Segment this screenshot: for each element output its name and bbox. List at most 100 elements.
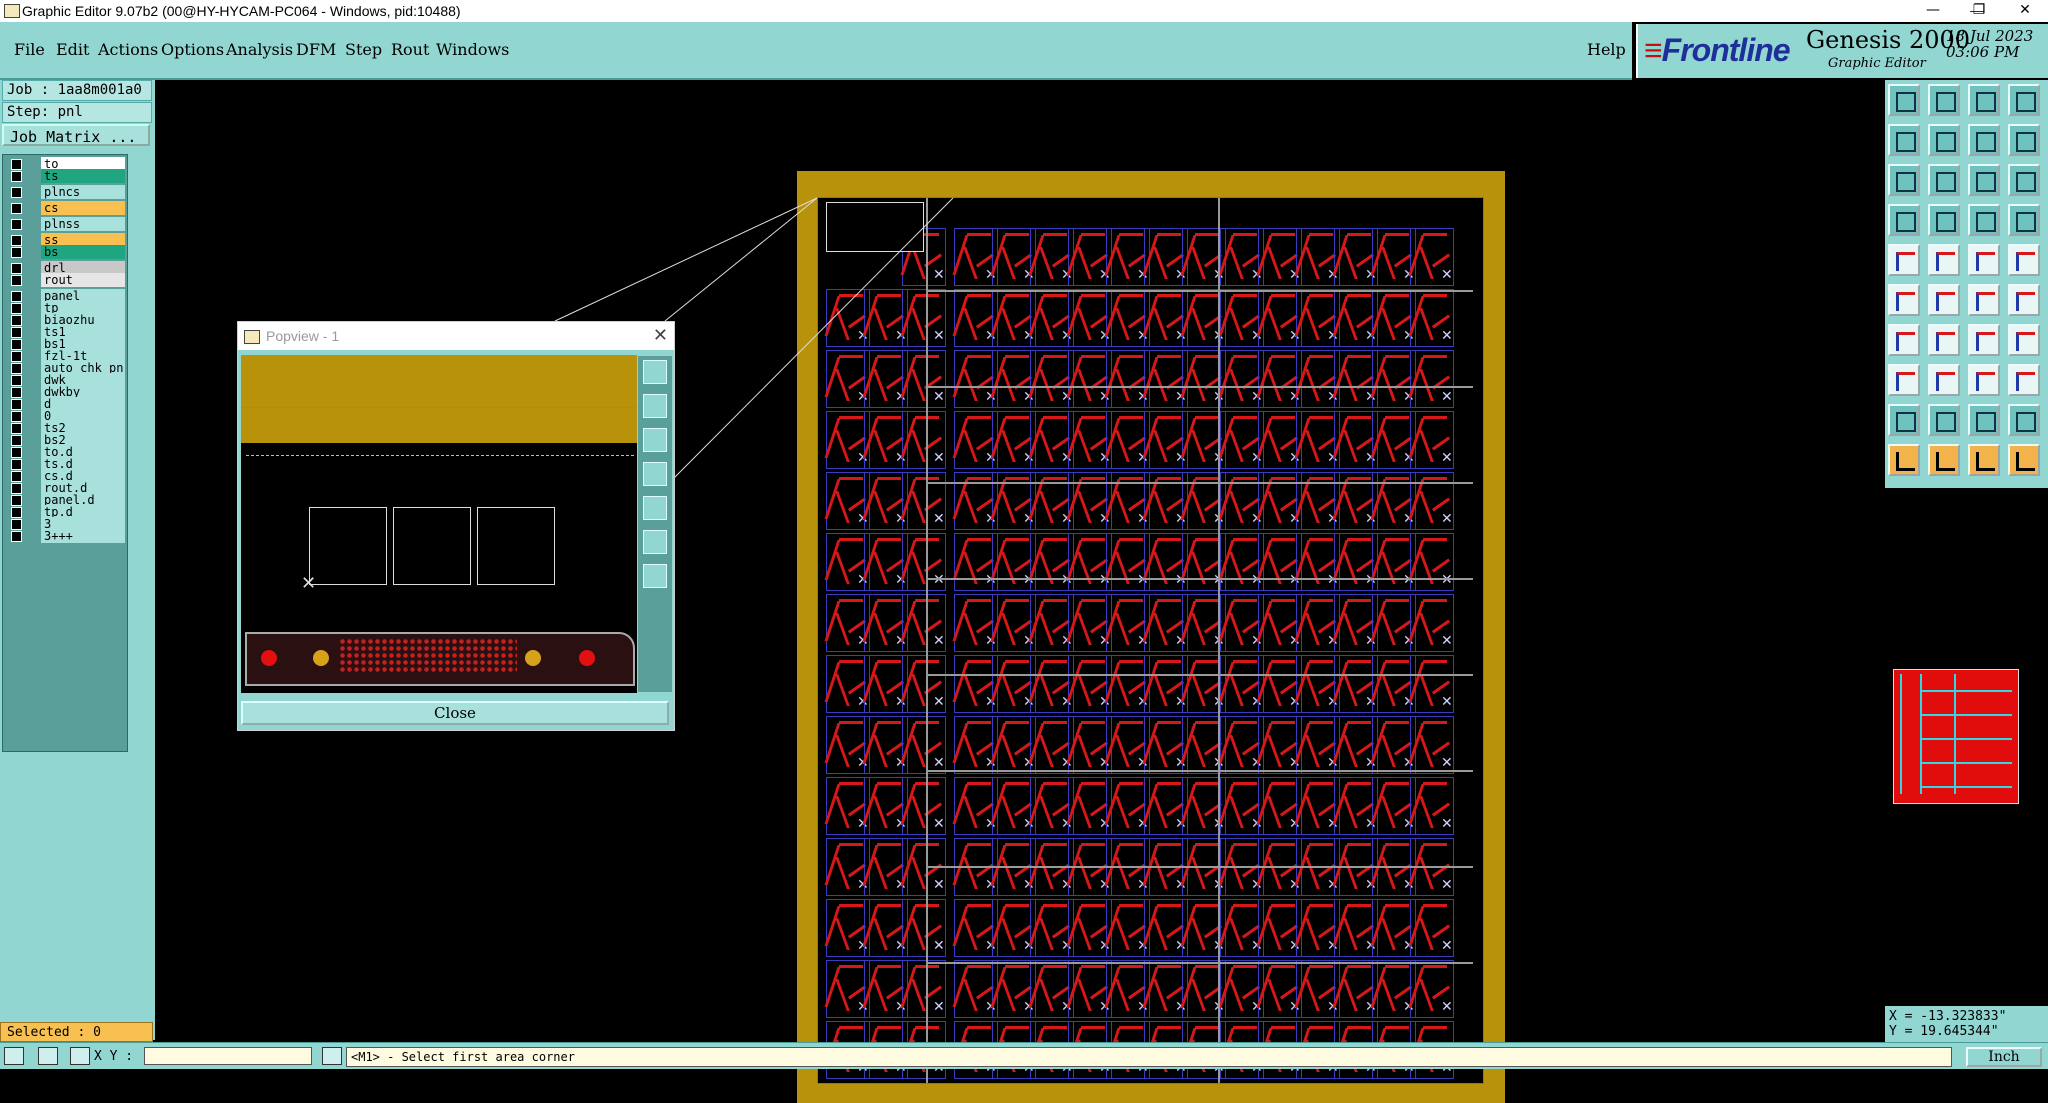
grid-icon[interactable] bbox=[1928, 204, 1960, 236]
layer-checkbox[interactable] bbox=[11, 171, 22, 182]
coord-y: Y = 19.645344" bbox=[1889, 1024, 1999, 1039]
layer-name[interactable]: bs bbox=[41, 245, 125, 259]
grid-toggle-icon[interactable] bbox=[70, 1047, 90, 1065]
step-icon[interactable] bbox=[1968, 124, 2000, 156]
text-icon[interactable] bbox=[2008, 244, 2040, 276]
line-tool-icon[interactable] bbox=[1928, 364, 1960, 396]
menu-options[interactable]: Options bbox=[161, 40, 224, 59]
save-icon[interactable] bbox=[1928, 84, 1960, 116]
layer-row[interactable]: plncs bbox=[7, 185, 127, 199]
menu-dfm[interactable]: DFM bbox=[296, 40, 336, 59]
layer-name[interactable]: plncs bbox=[41, 185, 125, 199]
layer-row[interactable]: bs bbox=[7, 245, 127, 259]
menu-actions[interactable]: Actions bbox=[98, 40, 158, 59]
unit-selector[interactable]: Inch bbox=[1966, 1047, 2042, 1067]
minimap[interactable] bbox=[1887, 662, 2045, 914]
layer-checkbox[interactable] bbox=[11, 247, 22, 258]
restore-button[interactable]: ❐ bbox=[1956, 0, 2002, 22]
slash-icon[interactable] bbox=[1928, 324, 1960, 356]
frontline-logo: ≡Frontline bbox=[1644, 32, 1791, 68]
arc-3-icon[interactable] bbox=[2008, 404, 2040, 436]
layer-checkbox[interactable] bbox=[11, 187, 22, 198]
export-icon[interactable] bbox=[1928, 124, 1960, 156]
layer-checkbox[interactable] bbox=[11, 219, 22, 230]
settings-icon[interactable] bbox=[1888, 204, 1920, 236]
move-icon[interactable] bbox=[1968, 284, 2000, 316]
triangle-icon[interactable] bbox=[1888, 404, 1920, 436]
close-window-button[interactable]: ✕ bbox=[2002, 0, 2048, 22]
measure-icon[interactable] bbox=[1968, 164, 2000, 196]
copy-glyph bbox=[2016, 292, 2035, 311]
popview-close-button[interactable]: Close bbox=[241, 701, 669, 725]
line-icon[interactable] bbox=[1928, 244, 1960, 276]
layer-scrollbar[interactable] bbox=[128, 154, 154, 750]
layer-row[interactable]: rout bbox=[7, 273, 127, 287]
minimize-button-2[interactable]: — bbox=[1910, 0, 1956, 22]
layer-row[interactable]: ts bbox=[7, 169, 127, 183]
layer-list: to ts plncs cs plnss ss bs drl rout panel tp biaozh… bbox=[2, 154, 128, 752]
job-matrix-button[interactable]: Job Matrix ... bbox=[2, 124, 150, 146]
popview-zoom-out-icon[interactable] bbox=[643, 428, 667, 452]
cross-tool-icon[interactable] bbox=[38, 1047, 58, 1065]
zoom-center-icon[interactable] bbox=[1928, 164, 1960, 196]
menu-windows[interactable]: Windows bbox=[436, 40, 509, 59]
snap-icon[interactable] bbox=[4, 1047, 24, 1065]
angle-icon[interactable] bbox=[1888, 324, 1920, 356]
select-glyph bbox=[1896, 452, 1915, 471]
popview-titlebar: Popview - 1 ✕ bbox=[238, 322, 674, 350]
ruler-icon[interactable] bbox=[1968, 364, 2000, 396]
layer-checkbox[interactable] bbox=[11, 531, 22, 542]
popview-center-icon[interactable] bbox=[643, 564, 667, 588]
popview-zoom-in-icon[interactable] bbox=[643, 394, 667, 418]
popview-pan-left-icon[interactable] bbox=[643, 462, 667, 486]
menu-help[interactable]: Help bbox=[1587, 40, 1626, 59]
zoom-fit-icon[interactable] bbox=[1888, 164, 1920, 196]
layer-name[interactable]: plnss bbox=[41, 217, 125, 231]
surface-icon[interactable] bbox=[1968, 244, 2000, 276]
layer-checkbox[interactable] bbox=[11, 275, 22, 286]
menu-step[interactable]: Step bbox=[345, 40, 382, 59]
layer-checkbox[interactable] bbox=[11, 203, 22, 214]
layout-icon[interactable] bbox=[2008, 84, 2040, 116]
route-icon[interactable] bbox=[2008, 124, 2040, 156]
layer-row[interactable]: plnss bbox=[7, 217, 127, 231]
help-icon[interactable] bbox=[2008, 164, 2040, 196]
popview-pan-right-icon[interactable] bbox=[643, 496, 667, 520]
pad-icon[interactable] bbox=[1888, 244, 1920, 276]
home-icon[interactable] bbox=[1968, 84, 2000, 116]
layer-name[interactable]: ts bbox=[41, 169, 125, 183]
xy-input[interactable] bbox=[144, 1047, 312, 1065]
layer-sync-icon[interactable] bbox=[1968, 204, 2000, 236]
popview-viewport[interactable]: ✕ bbox=[241, 355, 637, 693]
snap-icon[interactable] bbox=[1888, 364, 1920, 396]
rotate-icon[interactable] bbox=[1968, 324, 2000, 356]
mirror-icon[interactable] bbox=[2008, 324, 2040, 356]
select-all-icon[interactable] bbox=[2008, 444, 2040, 476]
copy-icon[interactable] bbox=[2008, 284, 2040, 316]
menu-file[interactable]: File bbox=[14, 40, 45, 59]
open-job-icon[interactable] bbox=[1888, 84, 1920, 116]
prompt-toggle-icon[interactable] bbox=[322, 1047, 342, 1065]
popview-close-icon[interactable]: ✕ bbox=[653, 325, 668, 346]
menu-rout[interactable]: Rout bbox=[391, 40, 429, 59]
compare-icon[interactable] bbox=[2008, 204, 2040, 236]
import-icon[interactable] bbox=[1888, 124, 1920, 156]
menu-edit[interactable]: Edit bbox=[56, 40, 89, 59]
layer-row[interactable]: 3+++ bbox=[7, 529, 127, 543]
select-net-icon[interactable] bbox=[1968, 444, 2000, 476]
layer-name[interactable]: 3+++ bbox=[41, 529, 125, 543]
layer-row[interactable]: cs bbox=[7, 201, 127, 215]
arc-icon[interactable] bbox=[1928, 404, 1960, 436]
select-area-icon[interactable] bbox=[1928, 444, 1960, 476]
popview-home-icon[interactable] bbox=[643, 530, 667, 554]
popview-zoom-fit-icon[interactable] bbox=[643, 360, 667, 384]
array-icon[interactable] bbox=[2008, 364, 2040, 396]
delete-icon[interactable] bbox=[1928, 284, 1960, 316]
menu-analysis[interactable]: Analysis bbox=[226, 40, 293, 59]
select-icon[interactable] bbox=[1888, 444, 1920, 476]
node-icon[interactable] bbox=[1888, 284, 1920, 316]
arc-2-icon[interactable] bbox=[1968, 404, 2000, 436]
layer-name[interactable]: cs bbox=[41, 201, 125, 215]
rotate-glyph bbox=[1976, 332, 1995, 351]
layer-name[interactable]: rout bbox=[41, 273, 125, 287]
